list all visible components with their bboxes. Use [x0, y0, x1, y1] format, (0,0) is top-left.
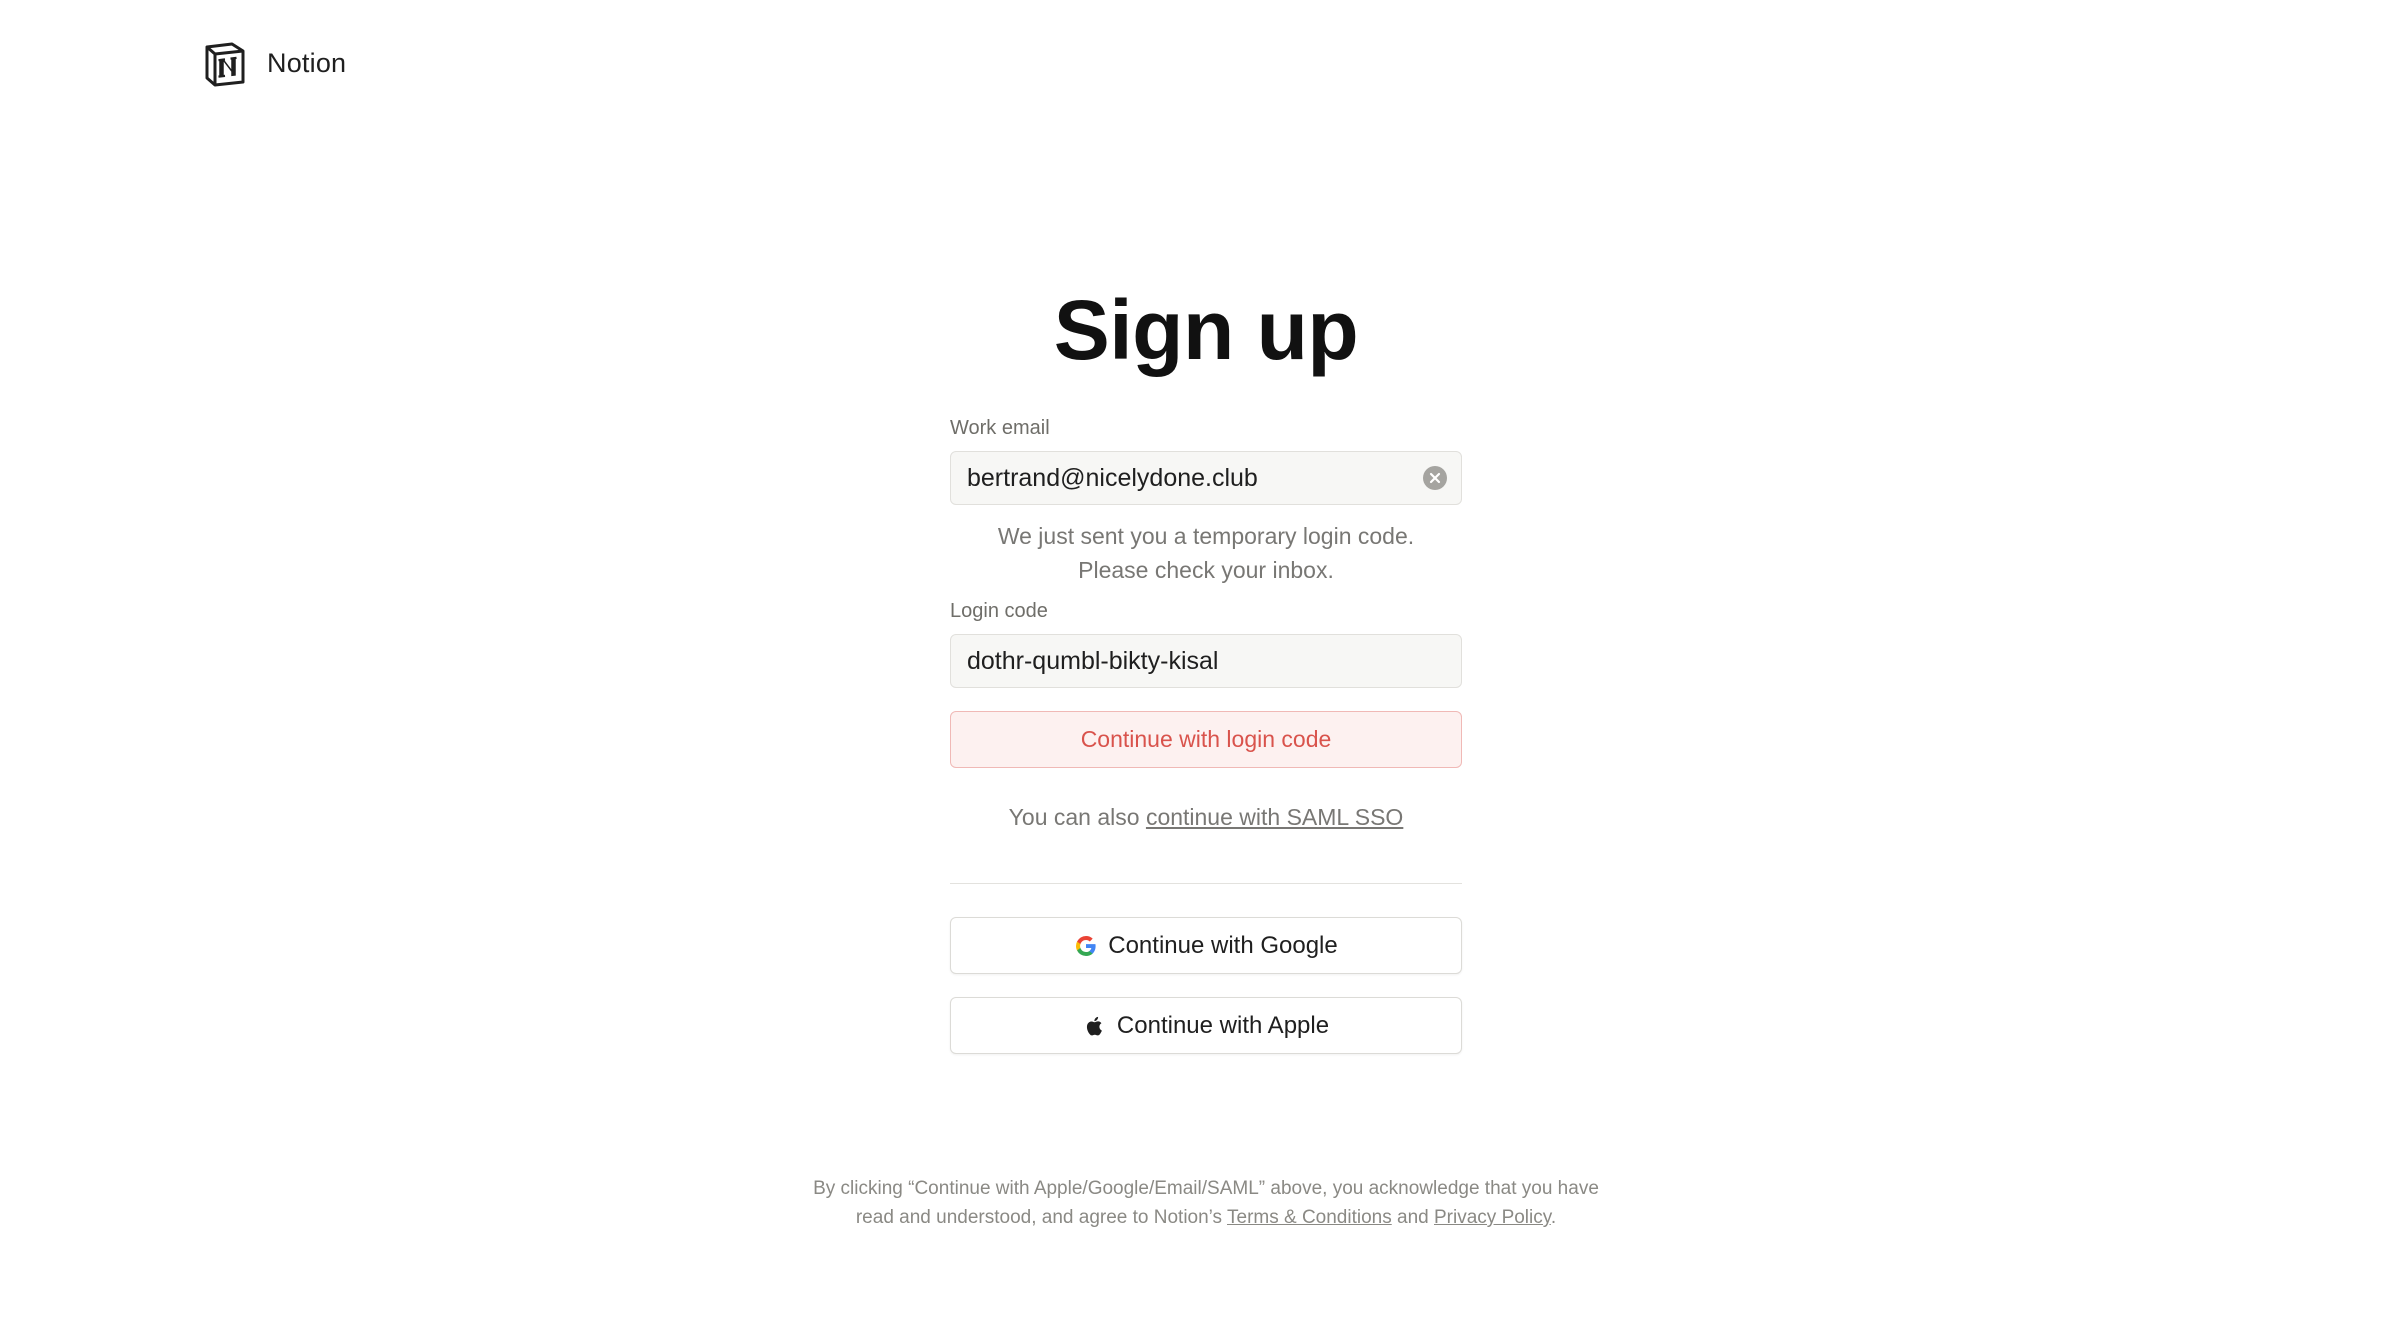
legal-notice: By clicking “Continue with Apple/Google/…: [800, 1174, 1612, 1232]
login-code-hint: We just sent you a temporary login code.…: [950, 519, 1462, 587]
signup-page: Notion Sign up Work email We just sent y…: [0, 0, 2400, 1328]
login-code-label: Login code: [950, 600, 1048, 622]
sso-prefix: You can also: [1008, 804, 1140, 830]
continue-with-google-button[interactable]: Continue with Google: [950, 917, 1462, 974]
continue-with-apple-button[interactable]: Continue with Apple: [950, 997, 1462, 1054]
email-label: Work email: [950, 417, 1050, 439]
continue-with-login-code-button[interactable]: Continue with login code: [950, 711, 1462, 768]
legal-and: and: [1397, 1207, 1429, 1228]
privacy-policy-link[interactable]: Privacy Policy: [1434, 1207, 1551, 1228]
login-code-field-wrapper: [950, 634, 1462, 688]
google-icon: [1076, 935, 1096, 956]
page-title: Sign up: [1053, 283, 1359, 377]
email-field[interactable]: [951, 452, 1461, 504]
apple-label: Continue with Apple: [1116, 1011, 1330, 1039]
google-label: Continue with Google: [1108, 931, 1338, 959]
sso-line: You can also continue with SAML SSO: [950, 804, 1462, 831]
notion-home-link[interactable]: Notion: [201, 38, 346, 88]
clear-circle-x-icon[interactable]: [1423, 466, 1447, 490]
terms-link[interactable]: Terms & Conditions: [1227, 1207, 1392, 1228]
saml-sso-link[interactable]: continue with SAML SSO: [1146, 804, 1403, 830]
brand-name: Notion: [267, 47, 347, 78]
notion-logo-icon: [205, 42, 245, 87]
legal-period: .: [1550, 1207, 1557, 1228]
apple-icon: [1086, 1016, 1102, 1035]
hint-line-2: Please check your inbox.: [1078, 557, 1334, 583]
hint-line-1: We just sent you a temporary login code.: [997, 523, 1415, 549]
email-field-wrapper: [950, 451, 1462, 505]
divider: [950, 883, 1462, 884]
login-code-field[interactable]: [951, 635, 1461, 687]
